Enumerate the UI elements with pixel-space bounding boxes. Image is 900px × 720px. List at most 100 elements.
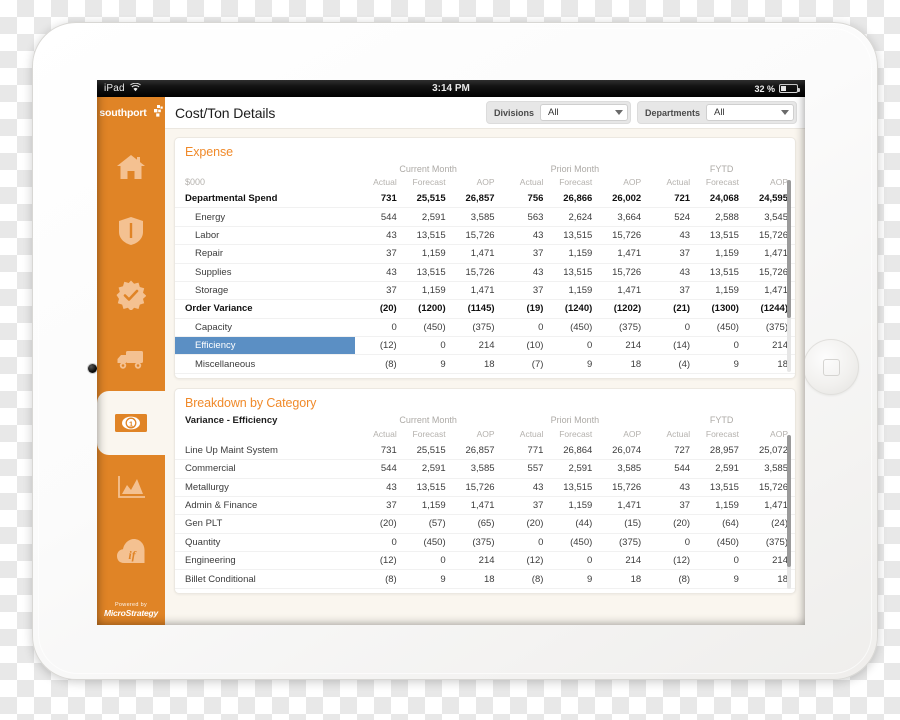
cell-value: 0 xyxy=(501,318,551,338)
col-hdr-actual: Actual xyxy=(666,177,691,187)
cell-value: 18 xyxy=(599,354,649,374)
table-row[interactable]: Metallurgy 43 13,515 15,726 43 13,515 15,726 43… xyxy=(175,478,795,497)
table-row[interactable]: Billet Conditional (8) 9 18 (8) 9 18 (8) 9 18 xyxy=(175,569,795,589)
table-row[interactable]: Order Variance (20) (1200) (1145) (19) (1240)… xyxy=(175,299,795,319)
cell-value: 13,515 xyxy=(403,263,453,282)
cell-value: 756 xyxy=(501,190,551,209)
col-hdr-forecast: Forecast xyxy=(412,177,446,187)
cell-value: 1,471 xyxy=(599,496,649,516)
sidebar-item-safety[interactable] xyxy=(97,199,165,263)
cell-value: 18 xyxy=(452,354,502,374)
table-row[interactable]: Storage 37 1,159 1,471 37 1,159 1,471 37 1,159 1,… xyxy=(175,281,795,301)
cell-value: 15,726 xyxy=(452,263,502,282)
table-row[interactable]: Energy 544 2,591 3,585 563 2,624 3,664 524 2,588… xyxy=(175,207,795,227)
table-row[interactable]: Repair 37 1,159 1,471 37 1,159 1,471 37 1,159 1,4… xyxy=(175,244,795,264)
cell-value: 43 xyxy=(648,478,698,497)
table-row[interactable]: Supplies 43 13,515 15,726 43 13,515 15,726 43 13… xyxy=(175,263,795,282)
cell-value: 3,585 xyxy=(599,459,649,479)
table-row[interactable]: Engineering (12) 0 214 (12) 0 214 (12) 0 214 xyxy=(175,551,795,571)
filter-departments-select[interactable]: All xyxy=(706,104,794,121)
home-button[interactable] xyxy=(803,339,859,395)
sidebar-item-logistics[interactable] xyxy=(97,327,165,391)
spacer-cell xyxy=(175,428,355,442)
chevron-down-icon[interactable] xyxy=(614,110,623,115)
table-row[interactable]: Gen PLT (20) (57) (65) (20) (44) (15) (20) (64)(… xyxy=(175,514,795,534)
southport-squares-icon xyxy=(151,104,163,122)
table-row[interactable]: Capacity 0 (450) (375) 0 (450) (375) 0 (450) (375… xyxy=(175,318,795,338)
cell-value: 1,471 xyxy=(452,244,502,264)
content-column: Cost/Ton Details Divisions All Departmen… xyxy=(165,97,805,625)
cell-value: 2,591 xyxy=(403,207,453,227)
cell-value: (12) xyxy=(501,551,551,571)
cell-value: 15,726 xyxy=(452,478,502,497)
cell-value: 0 xyxy=(354,318,404,338)
cell-value: 13,515 xyxy=(403,478,453,497)
sidebar-item-whatif[interactable]: if xyxy=(97,519,165,583)
cell-value: 0 xyxy=(354,533,404,553)
sidebar-item-home[interactable] xyxy=(97,135,165,199)
chevron-down-icon[interactable] xyxy=(781,110,789,115)
expense-scrollbar[interactable] xyxy=(787,180,791,372)
cell-value: (10) xyxy=(501,336,551,356)
cell-value: 0 xyxy=(550,336,600,356)
table-row[interactable]: Labor 43 13,515 15,726 43 13,515 15,726 43 13,51… xyxy=(175,226,795,246)
microstrategy-logo: MicroStrategy xyxy=(103,608,159,618)
filter-divisions-label: Divisions xyxy=(493,107,534,118)
breakdown-card-title: Breakdown by Category xyxy=(185,395,317,410)
col-hdr-forecast: Forecast xyxy=(705,177,739,187)
table-row[interactable]: Commercial 544 2,591 3,585 557 2,591 3,585 544 2… xyxy=(175,459,795,479)
sidebar-item-quality[interactable] xyxy=(97,263,165,327)
row-label: Admin & Finance xyxy=(175,496,355,516)
sidebar-item-analytics[interactable] xyxy=(97,455,165,519)
powered-by-label: Powered by xyxy=(114,602,148,608)
cell-value: (8) xyxy=(354,569,404,589)
cell-value: 43 xyxy=(648,263,698,282)
cell-value: (450) xyxy=(550,533,600,553)
cell-value: 43 xyxy=(354,226,404,246)
cell-value: 1,159 xyxy=(697,244,746,264)
cell-value: (4) xyxy=(648,354,698,374)
cell-value: (15) xyxy=(599,514,649,534)
col-hdr-actual: Actual xyxy=(519,428,544,439)
cell-value: (65) xyxy=(452,514,502,534)
period-group-fytd: FYTD xyxy=(709,164,734,174)
filter-divisions-select[interactable]: All xyxy=(539,104,628,121)
ipad-screen: iPad 3:14 PM 32 % southport 1 if Powered… xyxy=(97,80,805,625)
breakdown-scrollbar[interactable] xyxy=(787,434,791,589)
cell-value: 0 xyxy=(697,551,746,571)
expense-table-head: Current Month Priori Month FYTD $000 Act… xyxy=(175,163,795,190)
cell-value: 13,515 xyxy=(550,226,600,246)
row-label: Commercial xyxy=(175,459,355,479)
period-group-prior: Priori Month xyxy=(550,415,600,426)
filter-departments-label: Departments xyxy=(644,107,700,118)
ipad-device: iPad 3:14 PM 32 % southport 1 if Powered… xyxy=(32,22,878,680)
cell-value: 43 xyxy=(501,226,551,246)
cell-value: 731 xyxy=(354,441,404,461)
filter-departments[interactable]: Departments All xyxy=(636,101,797,124)
table-row[interactable]: Efficiency (12) 0 214 (10) 0 214 (14) 0 214 xyxy=(175,336,795,356)
row-label: Line Up Maint System xyxy=(175,441,355,461)
cell-value: 1,159 xyxy=(697,281,746,301)
cell-value: (1200) xyxy=(403,299,453,319)
cell-value: 0 xyxy=(403,551,453,571)
cell-value: 13,515 xyxy=(697,263,746,282)
table-row[interactable]: Line Up Maint System 731 25,515 26,857 771 26… xyxy=(175,441,795,461)
col-hdr-forecast: Forecast xyxy=(705,428,739,439)
cell-value: (375) xyxy=(452,533,502,553)
table-row[interactable]: Admin & Finance 37 1,159 1,471 37 1,159 1,471 3… xyxy=(175,496,795,516)
filter-divisions[interactable]: Divisions All xyxy=(485,101,631,124)
sidebar-item-cost[interactable]: 1 xyxy=(97,391,165,455)
cell-value: (64) xyxy=(697,514,746,534)
cell-value: (450) xyxy=(550,318,600,338)
breakdown-period-group-row: Variance - Efficiency Current Month Prio… xyxy=(175,414,795,428)
cell-value: (20) xyxy=(354,514,404,534)
cell-value: 37 xyxy=(501,496,551,516)
cell-value: 26,864 xyxy=(550,441,600,461)
table-row[interactable]: Departmental Spend 731 25,515 26,857 756 26,8… xyxy=(175,190,795,209)
cell-value: 544 xyxy=(354,459,404,479)
table-row[interactable]: Quantity 0 (450) (375) 0 (450) (375) 0 (450) (375… xyxy=(175,533,795,553)
scroll-area[interactable]: Expense Current Month Priori Month FYTD … xyxy=(165,129,805,625)
table-row[interactable]: Miscellaneous (8) 9 18 (7) 9 18 (4) 9 18 xyxy=(175,354,795,374)
cell-value: 1,159 xyxy=(697,496,746,516)
cell-value: 9 xyxy=(550,569,600,589)
